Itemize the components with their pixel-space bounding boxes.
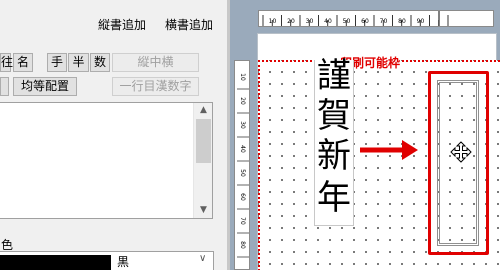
right-arrow-icon [360, 140, 418, 160]
ruler-tick-label: 40 [324, 18, 332, 25]
ruler-tick-label: 20 [287, 18, 295, 25]
ruler-tick-label: 30 [306, 18, 314, 25]
ruler-tick-label: 80 [398, 18, 406, 25]
format-button-name[interactable]: 名 [13, 53, 33, 72]
ruler-tick-label: 50 [343, 18, 351, 25]
vertical-ruler-ticks: 10 20 30 40 50 60 70 80 [237, 73, 249, 258]
tate-chu-yoko-button[interactable]: 縦中横 [112, 53, 199, 72]
first-line-kanji-numerals-button[interactable]: 一行目漢数字 [112, 77, 199, 96]
ruler-tick-label: 90 [417, 18, 425, 25]
format-button-suu[interactable]: 数 [90, 53, 110, 72]
scroll-down-icon[interactable]: ▼ [198, 205, 209, 215]
vertical-text-char: 新 [317, 136, 351, 176]
vertical-scrollbar[interactable]: ▲ ▼ [193, 103, 212, 218]
ruler-tick-label: 70 [380, 18, 388, 25]
ruler-tick-label: 50 [239, 169, 246, 177]
horizontal-ruler-ticks: 10 20 30 40 50 60 70 80 90 [262, 11, 449, 26]
ruler-tick-label: 10 [239, 73, 246, 81]
ruler-tick-label: 60 [361, 18, 369, 25]
left-panel: 縦書追加 横書追加 往 名 手 半 数 縦中横 均等配置 一行目漢数字 ▲ ▼ … [0, 0, 227, 270]
horizontal-ruler: 10 20 30 40 50 60 70 80 90 [258, 10, 494, 27]
text-input-area[interactable] [0, 102, 213, 219]
ruler-tick-label: 40 [239, 145, 246, 153]
color-select-value: 黒 [117, 255, 130, 269]
color-swatch [0, 255, 111, 270]
add-vertical-text-button[interactable]: 縦書追加 [98, 16, 146, 33]
scroll-up-icon[interactable]: ▲ [198, 105, 209, 115]
ruler-tick-label: 70 [239, 217, 246, 225]
ruler-tick-label: 20 [239, 97, 246, 105]
scrollbar-thumb[interactable] [196, 119, 211, 163]
format-button-partial[interactable] [0, 77, 9, 96]
ruler-tick-label: 30 [239, 121, 246, 129]
vertical-text-char: 年 [317, 178, 351, 218]
format-button-ou[interactable]: 往 [0, 53, 13, 72]
even-distribute-button[interactable]: 均等配置 [13, 77, 77, 96]
design-canvas: 10 20 30 40 50 60 70 80 90 10 20 30 40 50 60 70 80 印刷可能… [230, 0, 500, 270]
vertical-text-char: 謹 [317, 56, 351, 96]
format-button-te[interactable]: 手 [47, 53, 67, 72]
ruler-tick-label: 60 [239, 193, 246, 201]
format-button-han[interactable]: 半 [68, 53, 89, 72]
move-icon [450, 141, 472, 163]
ruler-tick-label: 80 [239, 241, 246, 249]
ruler-tick-label: 10 [269, 18, 277, 25]
vertical-text-char: 賀 [317, 96, 351, 136]
add-horizontal-text-button[interactable]: 横書追加 [165, 16, 213, 33]
vertical-ruler: 10 20 30 40 50 60 70 80 [234, 60, 250, 270]
new-vertical-text-box[interactable] [437, 80, 479, 246]
chevron-down-icon[interactable]: ∨ [199, 253, 206, 264]
